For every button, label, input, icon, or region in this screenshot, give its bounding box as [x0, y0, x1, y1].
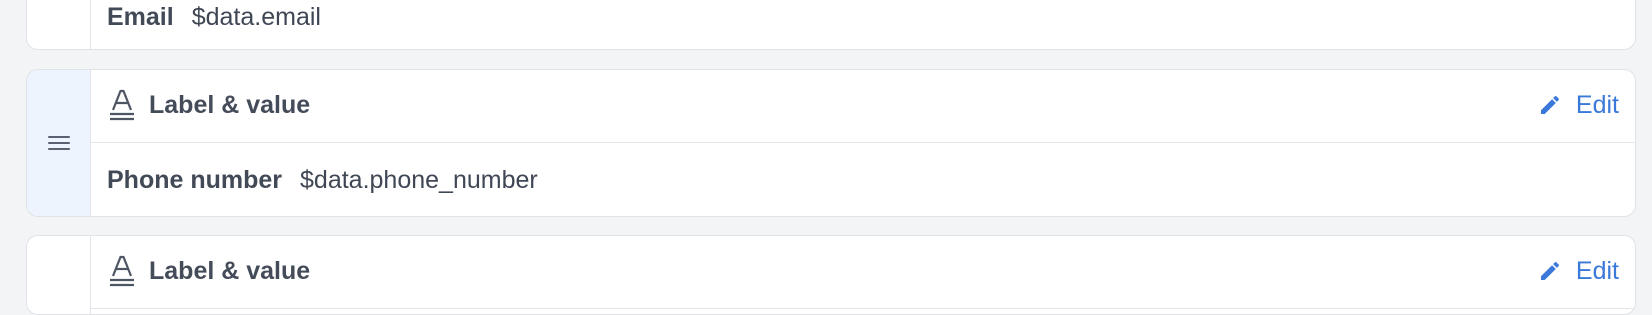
card-gutter [27, 236, 91, 314]
field-value: $data.email [191, 3, 321, 31]
label-value-icon [107, 254, 137, 288]
field-type-label: Label & value [149, 91, 311, 119]
pencil-icon [1540, 261, 1559, 280]
card-header: Label & value Edit [91, 236, 1635, 309]
field-card-phone-number[interactable]: Label & value Edit Phone number $data.ph… [26, 69, 1636, 217]
field-card-next[interactable]: Label & value Edit [26, 235, 1636, 315]
field-value: $data.phone_number [300, 165, 538, 194]
edit-button-label: Edit [1575, 257, 1619, 285]
card-gutter [27, 70, 91, 216]
edit-button[interactable]: Edit [1538, 88, 1619, 122]
field-label: Email [107, 3, 174, 31]
label-value-icon [107, 88, 137, 122]
card-content: Email $data.email [91, 0, 1635, 49]
field-card-email[interactable]: Email $data.email [26, 0, 1636, 50]
drag-handle-icon[interactable] [47, 132, 71, 154]
pencil-icon [1540, 95, 1559, 114]
card-header: Label & value Edit [91, 70, 1635, 143]
field-value-row: Phone number $data.phone_number [107, 143, 538, 216]
field-type-label: Label & value [149, 257, 311, 285]
field-value-row: Email $data.email [107, 0, 321, 45]
card-gutter [27, 0, 91, 49]
edit-button-label: Edit [1575, 91, 1619, 119]
edit-button[interactable]: Edit [1538, 254, 1619, 288]
field-label: Phone number [107, 165, 283, 194]
card-content: Label & value Edit [91, 236, 1635, 314]
card-content: Label & value Edit Phone number $data.ph… [91, 70, 1635, 216]
